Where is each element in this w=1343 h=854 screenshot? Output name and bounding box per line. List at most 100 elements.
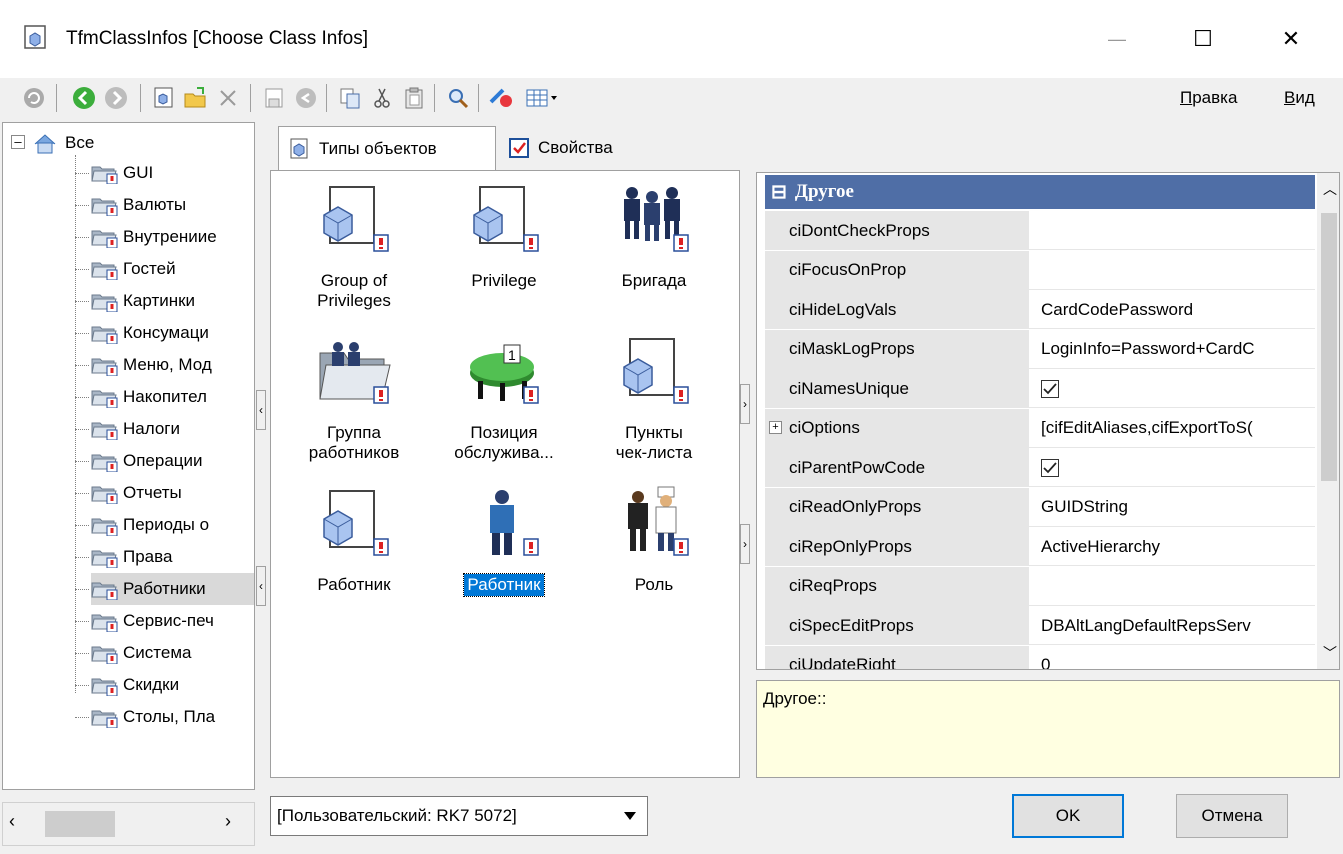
property-value[interactable]: [cifEditAliases,cifExportToS(	[1033, 409, 1315, 448]
collapse-icon[interactable]: ⊟	[771, 181, 787, 204]
property-value[interactable]: LoginInfo=Password+CardC	[1033, 330, 1315, 369]
cut-button[interactable]	[368, 84, 396, 112]
undo-button[interactable]	[292, 84, 320, 112]
tree-item[interactable]: Накопител	[91, 381, 207, 413]
view-splitter-grip-upper[interactable]: ›	[740, 384, 750, 424]
maximize-button[interactable]: ☐	[1168, 0, 1238, 78]
scroll-up-icon[interactable]: ︿	[1323, 179, 1337, 199]
object-type-item[interactable]: Группа работников	[283, 329, 425, 464]
tree-item[interactable]: Гостей	[91, 253, 176, 285]
menu-edit[interactable]: Правка	[1180, 88, 1237, 108]
refresh-button[interactable]	[20, 84, 48, 112]
tree-item[interactable]: Картинки	[91, 285, 195, 317]
property-grid[interactable]: ⊟ Другое ciDontCheckProps ciFocusOnProp ci…	[756, 172, 1340, 670]
property-row[interactable]: ciRepOnlyProps ActiveHierarchy	[765, 527, 1315, 566]
cancel-button[interactable]: Отмена	[1176, 794, 1288, 838]
tree-splitter-grip-lower[interactable]: ‹	[256, 566, 266, 606]
tree-item[interactable]: Столы, Пла	[91, 701, 215, 733]
tree-item[interactable]: Внутрениие	[91, 221, 217, 253]
property-row[interactable]: ciReqProps	[765, 566, 1315, 606]
tab-object-types[interactable]: Типы объектов	[278, 126, 496, 170]
tree-item-root[interactable]: Все	[33, 127, 94, 159]
tree-collapse-toggle[interactable]: –	[11, 135, 25, 149]
scroll-thumb[interactable]	[1321, 213, 1337, 481]
tree-item[interactable]: Работники	[91, 573, 254, 605]
object-type-item[interactable]: Работник	[283, 481, 425, 596]
back-button[interactable]	[70, 84, 98, 112]
save-button[interactable]	[260, 84, 288, 112]
property-value[interactable]	[1033, 567, 1315, 606]
object-type-item[interactable]: 1 Позиция обслужива...	[433, 329, 575, 464]
scroll-left-icon[interactable]: ‹	[9, 811, 29, 835]
scroll-right-icon[interactable]: ›	[225, 811, 245, 835]
delete-button[interactable]	[214, 84, 242, 112]
view-splitter[interactable]	[742, 170, 752, 778]
property-row[interactable]: ciSpecEditProps DBAltLangDefaultRepsServ	[765, 606, 1315, 645]
object-type-item[interactable]: Роль	[583, 481, 725, 596]
property-row[interactable]: + ciOptions [cifEditAliases,cifExportToS(	[765, 408, 1315, 448]
tree-item[interactable]: Система	[91, 637, 191, 669]
tree-item[interactable]: Скидки	[91, 669, 179, 701]
user-combo-box[interactable]: [Пользовательский: RK7 5072]	[270, 796, 648, 836]
property-row[interactable]: ciFocusOnProp	[765, 250, 1315, 290]
property-value[interactable]: 0	[1033, 646, 1315, 669]
minimize-button[interactable]: —	[1082, 0, 1152, 78]
ok-button[interactable]: OK	[1012, 794, 1124, 838]
paint-button[interactable]	[488, 84, 516, 112]
tree-item[interactable]: Консумаци	[91, 317, 209, 349]
checkbox[interactable]	[1041, 379, 1059, 398]
tree-item[interactable]: Операции	[91, 445, 203, 477]
tree-horizontal-scrollbar[interactable]: ‹ ›	[2, 802, 255, 846]
tree-splitter-grip-upper[interactable]: ‹	[256, 390, 266, 430]
expand-icon[interactable]: +	[769, 420, 782, 434]
new-object-button[interactable]	[150, 84, 178, 112]
property-value[interactable]: GUIDString	[1033, 488, 1315, 527]
property-row[interactable]: ciHideLogVals CardCodePassword	[765, 290, 1315, 329]
property-category-header[interactable]: ⊟ Другое	[765, 175, 1315, 209]
tab-properties[interactable]: Свойства	[498, 126, 658, 170]
property-value[interactable]	[1033, 251, 1315, 290]
tree-item[interactable]: Периоды о	[91, 509, 209, 541]
view-grid-button[interactable]	[522, 84, 562, 112]
tree-item[interactable]: Валюты	[91, 189, 186, 221]
object-type-item[interactable]: Бригада	[583, 177, 725, 292]
forward-button[interactable]	[102, 84, 130, 112]
property-value[interactable]	[1033, 369, 1315, 408]
tree-item[interactable]: Сервис-печ	[91, 605, 214, 637]
object-type-label: Работник	[317, 575, 391, 594]
category-tree[interactable]: – Все GUI Валюты Внутрениие Гостей Картинки К…	[2, 122, 255, 790]
checkbox[interactable]	[1041, 458, 1059, 477]
tree-item[interactable]: Отчеты	[91, 477, 182, 509]
property-row[interactable]: ciReadOnlyProps GUIDString	[765, 487, 1315, 527]
tree-item[interactable]: GUI	[91, 157, 153, 189]
property-row[interactable]: ciMaskLogProps LoginInfo=Password+CardC	[765, 329, 1315, 369]
property-row[interactable]: ciParentPowCode	[765, 448, 1315, 487]
tree-splitter[interactable]	[256, 122, 266, 790]
close-button[interactable]: ✕	[1256, 0, 1326, 78]
property-grid-scrollbar[interactable]: ︿ ﹀	[1317, 173, 1339, 669]
copy-button[interactable]	[336, 84, 364, 112]
property-value[interactable]	[1033, 448, 1315, 487]
property-value[interactable]: CardCodePassword	[1033, 290, 1315, 329]
tree-item[interactable]: Меню, Мод	[91, 349, 212, 381]
property-row[interactable]: ciNamesUnique	[765, 369, 1315, 408]
property-row[interactable]: ciUpdateRight 0	[765, 645, 1315, 669]
paste-button[interactable]	[400, 84, 428, 112]
find-button[interactable]	[444, 84, 472, 112]
open-button[interactable]	[182, 84, 210, 112]
tree-item[interactable]: Налоги	[91, 413, 180, 445]
property-value[interactable]: DBAltLangDefaultRepsServ	[1033, 606, 1315, 645]
property-row[interactable]: ciDontCheckProps	[765, 211, 1315, 250]
object-type-item[interactable]: Работник	[433, 481, 575, 597]
property-value[interactable]: ActiveHierarchy	[1033, 527, 1315, 566]
view-splitter-grip-lower[interactable]: ›	[740, 524, 750, 564]
object-type-item[interactable]: Пункты чек-листа	[583, 329, 725, 464]
object-type-item[interactable]: Privilege	[433, 177, 575, 292]
scroll-thumb[interactable]	[45, 811, 115, 837]
tree-item[interactable]: Права	[91, 541, 172, 573]
scroll-down-icon[interactable]: ﹀	[1323, 643, 1337, 663]
menu-view[interactable]: Вид	[1284, 88, 1315, 108]
object-type-item[interactable]: Group of Privileges	[283, 177, 425, 312]
object-types-view[interactable]: Group of Privileges Privilege Бригада Группа…	[270, 170, 740, 778]
property-value[interactable]	[1033, 211, 1315, 250]
